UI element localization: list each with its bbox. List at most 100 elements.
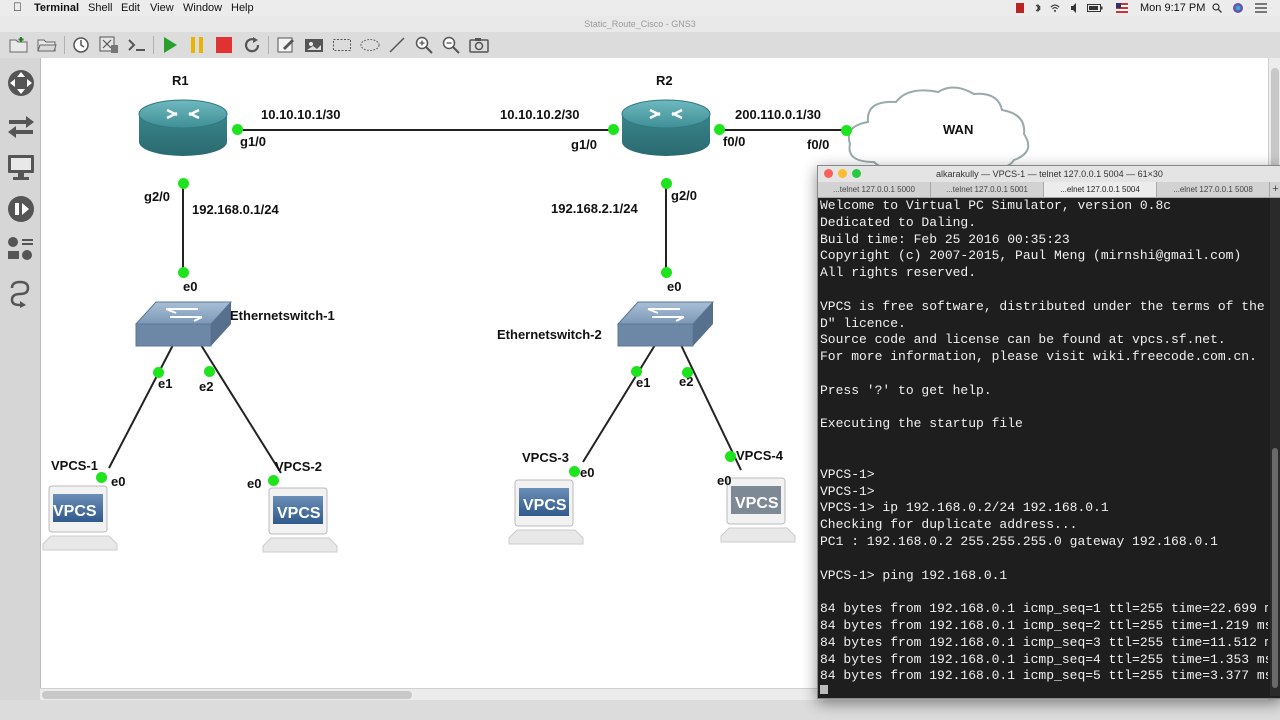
r2-g2-ip: 192.168.2.1/24	[551, 201, 638, 216]
terminal-line: For more information, please visit wiki.…	[820, 349, 1257, 365]
console-icon[interactable]	[127, 35, 147, 55]
menubar-clock[interactable]: Mon 9:17 PM	[1140, 1, 1205, 15]
switch-ethernetswitch-1	[134, 301, 233, 347]
picture-icon[interactable]	[304, 35, 324, 55]
battery-icon[interactable]	[1087, 3, 1103, 13]
flag-icon[interactable]	[1116, 3, 1128, 13]
router-r2-label: R2	[656, 73, 673, 88]
cloud-wan	[847, 86, 1030, 174]
sw1-e0-port-label: e0	[183, 279, 198, 294]
terminal-cursor	[820, 685, 828, 694]
toolbar-separator	[268, 36, 269, 54]
terminal-line: Press '?' to get help.	[820, 382, 992, 398]
link-status-dot	[725, 451, 736, 462]
terminal-titlebar[interactable]: alkarakully — VPCS-1 — telnet 127.0.0.1 …	[818, 166, 1280, 183]
new-tab-button[interactable]: +	[1270, 182, 1280, 197]
vpcs-3-e0-port-label: e0	[580, 465, 595, 480]
link-status-dot	[661, 267, 672, 278]
link-status-dot	[178, 267, 189, 278]
menu-view[interactable]: View	[150, 1, 174, 15]
wifi-icon[interactable]	[1050, 3, 1060, 13]
history-icon[interactable]	[71, 35, 91, 55]
all-devices-icon[interactable]	[6, 234, 36, 264]
terminal-line: VPCS-1> ping 192.168.0.1	[820, 567, 1008, 583]
zoom-out-icon[interactable]	[441, 35, 461, 55]
r2-g1-ip: 10.10.10.2/30	[500, 107, 580, 122]
terminal-tab-bar: ...telnet 127.0.0.1 5000 ...telnet 127.0…	[818, 182, 1280, 198]
zoom-window-icon[interactable]	[852, 169, 861, 178]
note-icon[interactable]	[276, 35, 296, 55]
vpcs-4-label: VPCS-4	[736, 448, 783, 463]
device-dock	[0, 58, 40, 720]
snapshot-icon[interactable]	[99, 35, 119, 55]
minimize-window-icon[interactable]	[838, 169, 847, 178]
r1-g1-port-label: g1/0	[240, 134, 267, 149]
switches-icon[interactable]	[6, 110, 36, 140]
menu-edit[interactable]: Edit	[121, 1, 140, 15]
vpcs-3-screen-label: VPCS	[523, 497, 567, 514]
suspend-icon[interactable]	[187, 35, 207, 55]
stop-icon[interactable]	[214, 35, 234, 55]
start-icon[interactable]	[160, 35, 180, 55]
line-icon[interactable]	[387, 35, 407, 55]
terminal-line: 84 bytes from 192.168.0.1 icmp_seq=2 ttl…	[820, 617, 1268, 633]
window-title: Static_Route_Cisco - GNS3	[0, 16, 1280, 33]
rectangle-icon[interactable]	[332, 35, 352, 55]
recording-icon[interactable]	[1015, 3, 1025, 13]
terminal-prompt-line[interactable]	[820, 685, 1268, 694]
terminal-window[interactable]: alkarakully — VPCS-1 — telnet 127.0.0.1 …	[817, 165, 1280, 699]
ellipse-icon[interactable]	[360, 35, 380, 55]
new-project-icon[interactable]	[9, 35, 29, 55]
reload-icon[interactable]	[242, 35, 262, 55]
terminal-output[interactable]: Welcome to Virtual PC Simulator, version…	[820, 198, 1268, 694]
main-toolbar	[0, 32, 1280, 59]
link-status-dot	[204, 366, 215, 377]
siri-icon[interactable]	[1233, 3, 1243, 13]
close-window-icon[interactable]	[824, 169, 833, 178]
terminal-tab-5008[interactable]: ...elnet 127.0.0.1 5008	[1157, 182, 1270, 197]
notification-center-icon[interactable]	[1254, 3, 1268, 13]
r2-g1-port-label: g1/0	[571, 137, 598, 152]
menu-app-terminal[interactable]: Terminal	[34, 1, 79, 15]
scrollbar-thumb[interactable]	[1272, 448, 1278, 688]
terminal-scrollbar[interactable]	[1270, 198, 1280, 696]
wan-label: WAN	[943, 122, 974, 137]
apple-menu-icon[interactable]: 	[13, 0, 22, 14]
link-status-dot	[682, 367, 693, 378]
sw1-e2-port-label: e2	[199, 379, 214, 394]
end-devices-icon[interactable]	[6, 152, 36, 182]
volume-icon[interactable]	[1070, 3, 1080, 13]
add-link-icon[interactable]	[6, 278, 36, 308]
terminal-line: 84 bytes from 192.168.0.1 icmp_seq=4 ttl…	[820, 651, 1268, 667]
terminal-tab-5004[interactable]: ...elnet 127.0.0.1 5004	[1044, 182, 1157, 197]
spotlight-search-icon[interactable]	[1212, 3, 1222, 13]
toolbar-separator	[153, 36, 154, 54]
r1-g1-ip: 10.10.10.1/30	[261, 107, 341, 122]
menu-shell[interactable]: Shell	[88, 1, 112, 15]
screenshot-icon[interactable]	[469, 35, 489, 55]
terminal-tab-5000[interactable]: ...telnet 127.0.0.1 5000	[818, 182, 931, 197]
vpcs-1-label: VPCS-1	[51, 458, 98, 473]
switch-1-label: Ethernetswitch-1	[230, 308, 335, 323]
terminal-tab-5001[interactable]: ...telnet 127.0.0.1 5001	[931, 182, 1044, 197]
vpcs-3-label: VPCS-3	[522, 450, 569, 465]
terminal-line: VPCS is free software, distributed under…	[820, 298, 1268, 314]
link-sw1-vpcs2	[200, 344, 282, 474]
scrollbar-thumb[interactable]	[42, 691, 412, 699]
zoom-in-icon[interactable]	[414, 35, 434, 55]
terminal-line: Welcome to Virtual PC Simulator, version…	[820, 198, 1172, 213]
open-folder-icon[interactable]	[37, 35, 57, 55]
sw2-e1-port-label: e1	[636, 375, 651, 390]
terminal-line: D" licence.	[820, 315, 906, 331]
link-status-dot	[96, 472, 107, 483]
r2-g2-port-label: g2/0	[671, 188, 698, 203]
router-r2	[621, 99, 711, 156]
bluetooth-icon[interactable]	[1033, 3, 1043, 13]
security-icon[interactable]	[6, 194, 36, 224]
menu-window[interactable]: Window	[183, 1, 222, 15]
bottom-panel	[0, 700, 1280, 720]
menu-help[interactable]: Help	[231, 1, 254, 15]
routers-icon[interactable]	[6, 68, 36, 98]
